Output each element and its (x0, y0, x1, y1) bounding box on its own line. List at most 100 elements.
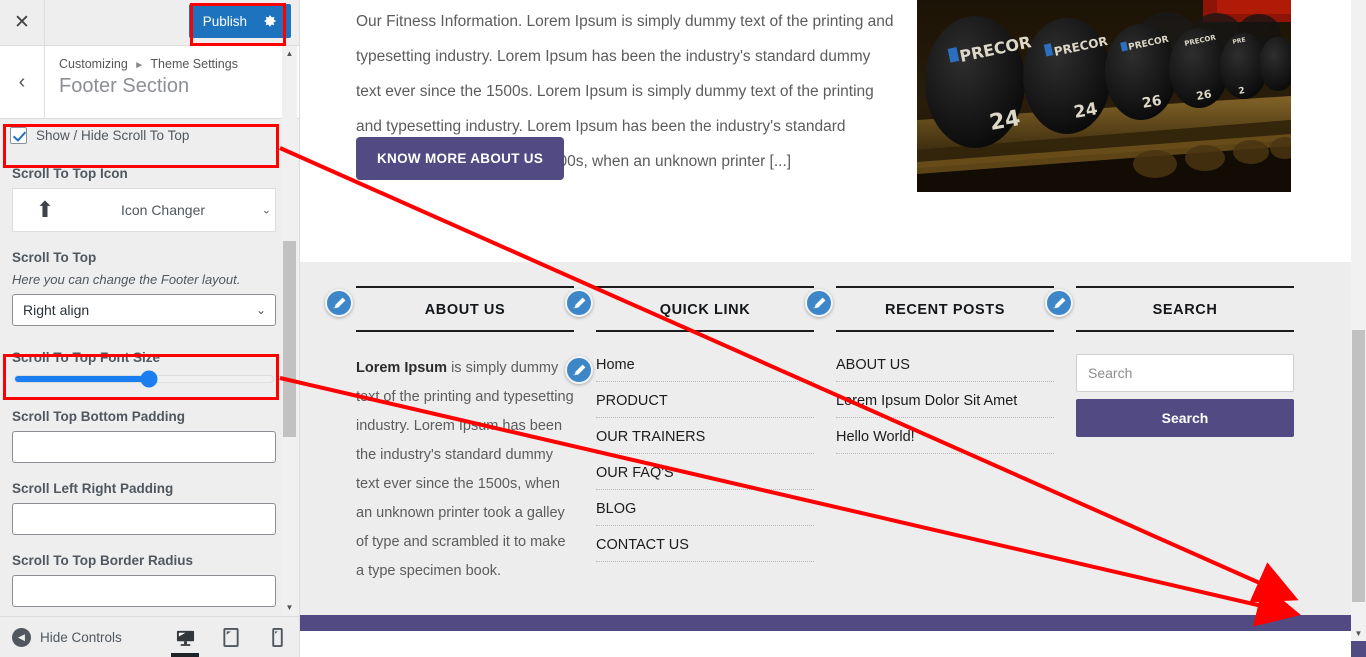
know-more-about-us-button[interactable]: KNOW MORE ABOUT US (356, 137, 565, 180)
footer-bottom-strip (300, 615, 1351, 631)
list-item[interactable]: Hello World! (836, 426, 1054, 454)
breadcrumb-root[interactable]: Customizing (59, 57, 128, 71)
icon-changer-button[interactable]: ⬆ Icon Changer ⌄ (12, 188, 276, 232)
scroll-to-top-font-size-slider[interactable] (14, 370, 274, 388)
footer-column-title: SEARCH (1152, 302, 1218, 318)
scroll-to-top-border-radius-input[interactable] (12, 575, 276, 607)
dumbbells-rack-image: PRECOR PRECOR PRECOR PRECOR PRE 24 24 26… (917, 0, 1291, 192)
top-content-section: Our Fitness Information. Lorem Ipsum is … (300, 0, 1351, 262)
list-item[interactable]: Home (596, 354, 814, 382)
edit-pencil-icon-quick-link[interactable] (565, 289, 593, 317)
preview-scrollbar-thumb[interactable] (1352, 330, 1365, 602)
footer-column-title-wrap: RECENT POSTS (836, 286, 1054, 332)
customizer-footer-bar: ◀ Hide Controls (0, 616, 299, 657)
list-item[interactable]: OUR TRAINERS (596, 426, 814, 454)
slider-thumb[interactable] (140, 370, 158, 388)
search-submit-button[interactable]: Search (1076, 399, 1294, 437)
edit-pencil-icon-about-us[interactable] (325, 289, 353, 317)
quick-link-list: Home PRODUCT OUR TRAINERS OUR FAQ'S BLOG… (596, 354, 814, 562)
tablet-icon (223, 627, 239, 647)
desktop-icon (176, 630, 194, 646)
scrollbar-down-arrow-icon[interactable]: ▼ (1351, 626, 1366, 641)
control-scroll-to-top-icon: Scroll To Top Icon ⬆ Icon Changer ⌄ (12, 166, 276, 232)
edit-pencil-icon-search[interactable] (1045, 289, 1073, 317)
control-scroll-to-top-font-size: Scroll To Top Font Size (0, 344, 288, 395)
publish-button-label: Publish (202, 13, 247, 29)
svg-text:24: 24 (1072, 99, 1099, 123)
footer-about-body-strong: Lorem Ipsum (356, 360, 448, 376)
scroll-top-bottom-padding-label: Scroll Top Bottom Padding (12, 409, 185, 424)
show-hide-scroll-to-top-checkbox[interactable] (10, 127, 27, 144)
footer-columns: ABOUT US Lorem Ipsum is simply dummy tex… (356, 286, 1316, 586)
publish-button[interactable]: Publish (188, 4, 291, 38)
footer-column-about-us: ABOUT US Lorem Ipsum is simply dummy tex… (356, 286, 596, 586)
hide-controls-button[interactable]: ◀ Hide Controls (0, 627, 122, 647)
customizer-sidebar: ✕ Publish ‹ Customizing ► Theme Settings… (0, 0, 300, 657)
svg-text:24: 24 (988, 106, 1023, 136)
footer-column-title: QUICK LINK (659, 302, 751, 318)
device-mobile-button[interactable] (262, 617, 292, 657)
footer-about-body-text: is simply dummy text of the printing and… (356, 360, 574, 579)
recent-posts-list: ABOUT US Lorem Ipsum Dolor Sit Amet Hell… (836, 354, 1054, 454)
sidebar-scrollbar-thumb[interactable] (283, 241, 296, 437)
page-title: Footer Section (59, 75, 190, 97)
section-titles: Customizing ► Theme Settings Footer Sect… (45, 46, 250, 118)
device-desktop-button[interactable] (170, 617, 200, 657)
svg-text:26: 26 (1141, 93, 1163, 112)
scroll-to-top-label: Scroll To Top (12, 250, 97, 265)
list-item[interactable]: BLOG (596, 498, 814, 526)
close-icon[interactable]: ✕ (0, 0, 45, 45)
scroll-to-top-align-select[interactable]: Right align ⌄ (12, 294, 276, 326)
sidebar-scrollbar[interactable]: ▲ ▼ (282, 46, 297, 615)
back-button[interactable]: ‹ (0, 46, 45, 118)
customizer-header: ✕ Publish (0, 0, 299, 46)
scroll-left-right-padding-input[interactable] (12, 503, 276, 535)
footer-column-search: SEARCH Search (1076, 286, 1316, 586)
list-item[interactable]: Lorem Ipsum Dolor Sit Amet (836, 390, 1054, 418)
search-input[interactable] (1076, 354, 1294, 392)
show-hide-scroll-to-top-row[interactable]: Show / Hide Scroll To Top (0, 120, 288, 151)
breadcrumb-parent[interactable]: Theme Settings (150, 57, 238, 71)
controls-list: Show / Hide Scroll To Top Scroll To Top … (0, 120, 299, 615)
control-scroll-to-top-align: Scroll To Top Here you can change the Fo… (12, 250, 276, 326)
scrollbar-down-arrow-icon[interactable]: ▼ (282, 600, 297, 615)
scrollbar-bottom-fill (1351, 641, 1366, 657)
scroll-left-right-padding-label: Scroll Left Right Padding (12, 481, 174, 496)
scroll-to-top-description: Here you can change the Footer layout. (12, 272, 241, 287)
chevron-down-icon: ⌄ (261, 204, 271, 217)
breadcrumb: Customizing ► Theme Settings (59, 57, 238, 71)
edit-pencil-icon-about-text[interactable] (565, 356, 593, 384)
footer-column-title-wrap: SEARCH (1076, 286, 1294, 332)
scroll-to-top-font-size-label: Scroll To Top Font Size (12, 350, 160, 365)
collapse-arrow-icon: ◀ (12, 627, 31, 647)
icon-changer-label: Icon Changer ⌄ (77, 202, 275, 218)
mobile-icon (271, 627, 283, 647)
list-item[interactable]: OUR FAQ'S (596, 462, 814, 490)
scrollbar-up-arrow-icon[interactable]: ▲ (282, 46, 297, 61)
device-tablet-button[interactable] (216, 617, 246, 657)
arrow-up-icon: ⬆ (35, 197, 55, 222)
preview-pane: Our Fitness Information. Lorem Ipsum is … (300, 0, 1366, 657)
footer-about-body: Lorem Ipsum is simply dummy text of the … (356, 354, 574, 586)
list-item[interactable]: CONTACT US (596, 534, 814, 562)
device-preview-switcher (170, 617, 292, 657)
footer-widgets-section: ABOUT US Lorem Ipsum is simply dummy tex… (300, 262, 1351, 631)
edit-pencil-icon-recent-posts[interactable] (805, 289, 833, 317)
list-item[interactable]: PRODUCT (596, 390, 814, 418)
slider-fill (15, 376, 150, 382)
svg-text:26: 26 (1195, 87, 1213, 103)
scroll-top-bottom-padding-input[interactable] (12, 431, 276, 463)
control-scroll-left-right-padding: Scroll Left Right Padding (12, 481, 276, 535)
section-header: ‹ Customizing ► Theme Settings Footer Se… (0, 46, 299, 119)
footer-column-quick-link: QUICK LINK Home PRODUCT OUR TRAINERS OUR… (596, 286, 836, 586)
footer-column-title: ABOUT US (424, 302, 506, 318)
footer-column-title-wrap: QUICK LINK (596, 286, 814, 332)
scroll-to-top-align-value: Right align (23, 302, 90, 318)
hide-controls-label: Hide Controls (40, 629, 122, 645)
show-hide-scroll-to-top-label: Show / Hide Scroll To Top (36, 128, 190, 143)
footer-column-recent-posts: RECENT POSTS ABOUT US Lorem Ipsum Dolor … (836, 286, 1076, 586)
preview-scrollbar[interactable]: ▼ (1351, 0, 1366, 657)
gear-icon[interactable] (263, 14, 277, 28)
chevron-down-icon: ⌄ (255, 303, 266, 317)
list-item[interactable]: ABOUT US (836, 354, 1054, 382)
